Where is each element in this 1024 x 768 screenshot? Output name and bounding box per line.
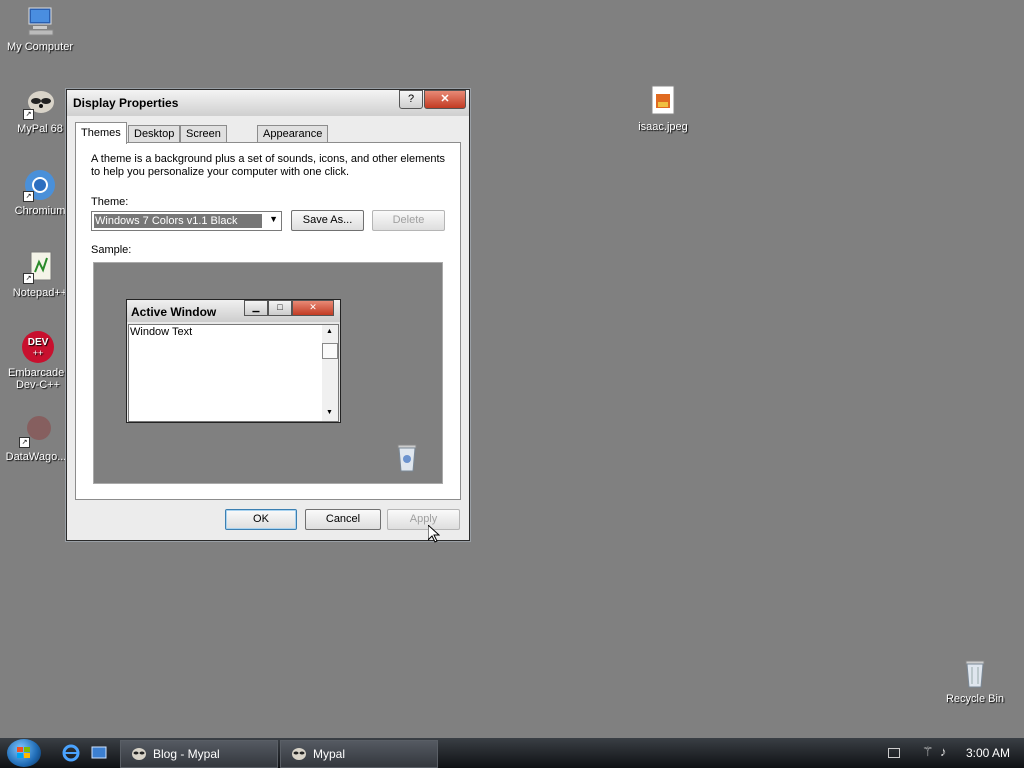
mypal-icon bbox=[292, 748, 306, 760]
mypal-icon bbox=[132, 748, 146, 760]
theme-dropdown-value: Windows 7 Colors v1.1 Black bbox=[94, 214, 262, 228]
maximize-icon: □ bbox=[268, 300, 292, 316]
desktop-icon-label: My Computer bbox=[6, 41, 74, 53]
notepad-plus-plus-icon: ↗ bbox=[23, 250, 57, 284]
sample-window-controls: ▁ □ ✕ bbox=[244, 300, 336, 316]
volume-icon[interactable]: ♪ bbox=[940, 744, 947, 759]
sample-window-body: Window Text ▲ ▼ bbox=[128, 324, 339, 422]
desktop-icon-label: Recycle Bin bbox=[945, 693, 1005, 705]
chromium-icon: ↗ bbox=[23, 168, 57, 202]
tab-themes[interactable]: Themes bbox=[75, 122, 127, 144]
recycle-bin-icon bbox=[396, 444, 418, 472]
start-button[interactable] bbox=[7, 739, 41, 767]
taskbar-clock[interactable]: 3:00 AM bbox=[966, 746, 1010, 760]
computer-icon bbox=[23, 4, 57, 38]
system-tray: ⚚ ♪ 3:00 AM bbox=[870, 738, 1024, 768]
close-icon: ✕ bbox=[292, 300, 334, 316]
sample-active-window: Active Window ▁ □ ✕ Window Text ▲ ▼ bbox=[126, 299, 341, 423]
dialog-titlebar[interactable]: Display Properties ? ✕ bbox=[67, 90, 469, 116]
devcpp-icon: DEV ++ bbox=[21, 330, 55, 364]
mypal-icon: ↗ bbox=[23, 86, 57, 120]
sample-window-text: Window Text bbox=[130, 326, 193, 338]
apply-button[interactable]: Apply bbox=[387, 509, 460, 530]
sample-window-titlebar: Active Window ▁ □ ✕ bbox=[127, 300, 340, 322]
chevron-down-icon: ▼ bbox=[269, 214, 278, 224]
scroll-down-icon: ▼ bbox=[326, 409, 333, 416]
svg-text:DEV: DEV bbox=[28, 337, 49, 348]
minimize-icon: ▁ bbox=[244, 300, 268, 316]
desktop-icon-label: DataWago... bbox=[5, 451, 67, 463]
taskbar-button-label: Blog - Mypal bbox=[153, 747, 220, 761]
mouse-cursor-icon bbox=[427, 523, 441, 543]
datawago-icon: ↗ bbox=[19, 414, 53, 448]
desktop-icon-datawago[interactable]: ↗ DataWago... bbox=[0, 414, 76, 463]
tab-desktop[interactable]: Desktop bbox=[128, 125, 181, 143]
sample-window-title: Active Window bbox=[131, 305, 217, 319]
theme-label: Theme: bbox=[91, 196, 129, 208]
network-icon[interactable]: ⚚ bbox=[922, 744, 934, 760]
taskbar-button-blog-mypal[interactable]: Blog - Mypal bbox=[120, 740, 278, 768]
dialog-title: Display Properties bbox=[73, 96, 179, 110]
cancel-button[interactable]: Cancel bbox=[305, 509, 381, 530]
image-file-icon bbox=[646, 84, 680, 118]
shortcut-arrow-icon: ↗ bbox=[23, 273, 34, 284]
theme-dropdown[interactable]: Windows 7 Colors v1.1 Black ▼ bbox=[91, 211, 282, 231]
taskbar-button-mypal[interactable]: Mypal bbox=[280, 740, 438, 768]
scroll-thumb bbox=[322, 343, 338, 359]
windows-logo-icon bbox=[17, 747, 30, 758]
taskbar: Blog - Mypal Mypal ⚚ ♪ 3:00 AM bbox=[0, 738, 1024, 768]
ok-button[interactable]: OK bbox=[225, 509, 297, 530]
save-as-button[interactable]: Save As... bbox=[291, 210, 364, 231]
show-desktop-icon[interactable] bbox=[90, 744, 108, 762]
close-button[interactable]: ✕ bbox=[424, 90, 466, 109]
tab-appearance[interactable]: Appearance bbox=[257, 125, 329, 143]
themes-panel: A theme is a background plus a set of so… bbox=[75, 142, 461, 500]
shortcut-arrow-icon: ↗ bbox=[23, 109, 34, 120]
help-icon: ? bbox=[407, 93, 415, 105]
taskbar-button-label: Mypal bbox=[313, 747, 346, 761]
help-button[interactable]: ? bbox=[399, 90, 423, 109]
desktop-icon-label: isaac.jpeg bbox=[638, 121, 688, 133]
desktop-icon-isaac-jpeg[interactable]: isaac.jpeg bbox=[623, 84, 703, 133]
display-properties-dialog: Display Properties ? ✕ Themes Desktop Sc… bbox=[66, 89, 470, 541]
desktop-icon-recycle-bin[interactable]: Recycle Bin bbox=[935, 656, 1015, 705]
theme-description: A theme is a background plus a set of so… bbox=[91, 153, 446, 178]
svg-text:++: ++ bbox=[33, 348, 44, 358]
sample-label: Sample: bbox=[91, 244, 132, 256]
shortcut-arrow-icon: ↗ bbox=[19, 437, 30, 448]
scroll-up-icon: ▲ bbox=[326, 328, 333, 335]
delete-button[interactable]: Delete bbox=[372, 210, 445, 231]
internet-explorer-icon[interactable] bbox=[62, 744, 80, 762]
tab-screen-saver[interactable]: Screen Saver bbox=[180, 125, 227, 157]
recycle-bin-icon bbox=[958, 656, 992, 690]
close-icon: ✕ bbox=[440, 93, 450, 105]
keyboard-icon[interactable] bbox=[888, 748, 900, 758]
theme-sample-preview: Active Window ▁ □ ✕ Window Text ▲ ▼ bbox=[93, 262, 443, 484]
shortcut-arrow-icon: ↗ bbox=[23, 191, 34, 202]
sample-scrollbar: ▲ ▼ bbox=[322, 325, 338, 421]
desktop-icon-my-computer[interactable]: My Computer bbox=[0, 4, 80, 53]
